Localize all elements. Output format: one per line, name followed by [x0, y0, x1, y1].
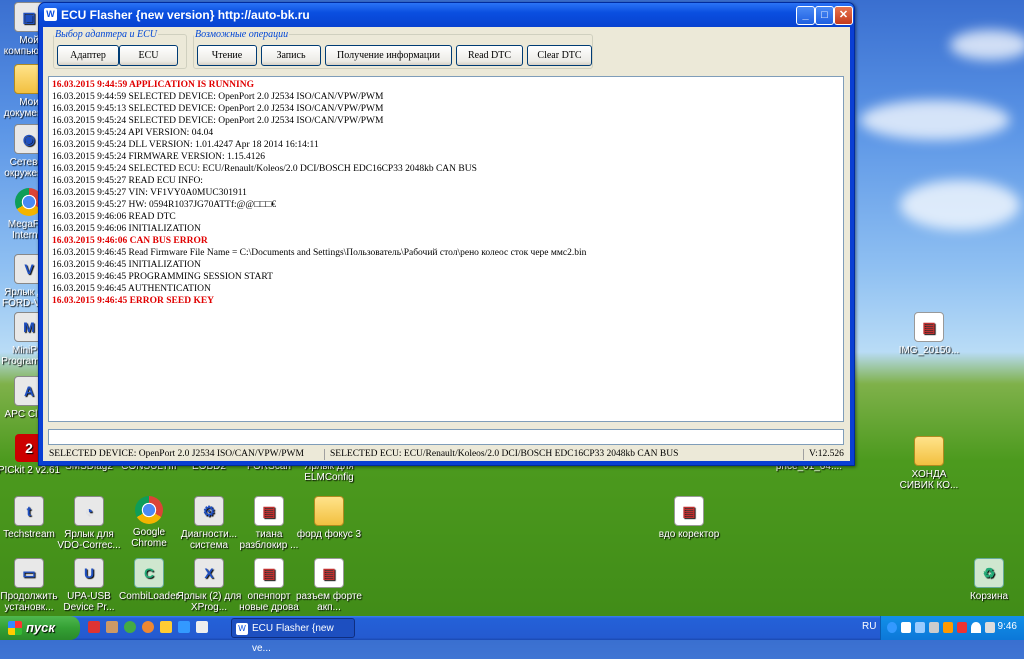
- folder-icon: [314, 496, 344, 526]
- tray-icon[interactable]: [887, 622, 897, 633]
- get-info-button[interactable]: Получение информации: [325, 45, 452, 66]
- read-dtc-button[interactable]: Read DTC: [456, 45, 523, 66]
- desktop-icon-recycle-bin[interactable]: ♻ Корзина: [954, 558, 1024, 602]
- xprog-icon: X: [194, 558, 224, 588]
- image-icon: ▤: [914, 312, 944, 342]
- status-separator: [324, 449, 325, 460]
- status-version: V:12.526: [809, 449, 844, 459]
- log-line: 16.03.2015 9:46:45 PROGRAMMING SESSION S…: [52, 272, 273, 282]
- operations-group-legend: Возможные операции: [195, 29, 289, 40]
- adapter-button[interactable]: Адаптер: [57, 45, 119, 66]
- desktop-icon-img[interactable]: ▤ IMG_20150...: [894, 312, 964, 356]
- log-line: 16.03.2015 9:46:45 INITIALIZATION: [52, 260, 201, 270]
- quicklaunch-icon[interactable]: [196, 621, 208, 633]
- log-line: 16.03.2015 9:45:24 SELECTED DEVICE: Open…: [52, 116, 384, 126]
- cloud: [950, 30, 1024, 60]
- window-title: ECU Flasher {new version} http://auto-bk…: [61, 8, 310, 22]
- log-line: 16.03.2015 9:45:13 SELECTED DEVICE: Open…: [52, 104, 384, 114]
- tray-icon[interactable]: [943, 622, 953, 633]
- combiloader-icon: C: [134, 558, 164, 588]
- tray-icon[interactable]: [915, 622, 925, 633]
- quicklaunch-icon[interactable]: [106, 621, 118, 633]
- app-icon: W: [236, 623, 248, 635]
- log-line: 16.03.2015 9:45:27 VIN: VF1VY0A0MUC30191…: [52, 188, 247, 198]
- windows-flag-icon: [8, 621, 22, 635]
- write-button[interactable]: Запись: [261, 45, 321, 66]
- setup-icon: ▭: [14, 558, 44, 588]
- status-separator: [803, 449, 804, 460]
- quicklaunch-icon[interactable]: [178, 621, 190, 633]
- vdo-icon: ◔: [74, 496, 104, 526]
- image-icon: ▤: [314, 558, 344, 588]
- volume-icon[interactable]: [985, 622, 995, 633]
- maximize-button[interactable]: □: [815, 6, 834, 25]
- desktop-icon-vdo-corrector[interactable]: ▤ вдо коректор: [654, 496, 724, 540]
- log-line: 16.03.2015 9:45:27 READ ECU INFO:: [52, 176, 203, 186]
- status-device: SELECTED DEVICE: OpenPort 2.0 J2534 ISO/…: [49, 449, 304, 459]
- chrome-icon: [135, 496, 163, 524]
- log-line-error: 16.03.2015 9:44:59 APPLICATION IS RUNNIN…: [52, 80, 254, 90]
- log-output[interactable]: 16.03.2015 9:44:59 APPLICATION IS RUNNIN…: [48, 76, 844, 422]
- taskbar: пуск W ECU Flasher {new ve... RU 9:46: [0, 616, 1024, 654]
- cloud: [900, 180, 1020, 230]
- ecu-flasher-window: W ECU Flasher {new version} http://auto-…: [38, 2, 855, 466]
- clock: 9:46: [997, 621, 1017, 632]
- adapter-group-legend: Выбор адаптера и ECU: [55, 29, 157, 40]
- wifi-icon[interactable]: [971, 622, 981, 633]
- desktop-icon-razem[interactable]: ▤ разъем форте акп...: [294, 558, 364, 613]
- tray-icon[interactable]: [929, 622, 939, 633]
- start-button[interactable]: пуск: [0, 616, 80, 640]
- ecu-button[interactable]: ECU: [119, 45, 178, 66]
- log-line: 16.03.2015 9:45:24 SELECTED ECU: ECU/Ren…: [52, 164, 477, 174]
- app-icon[interactable]: W: [44, 8, 57, 21]
- quicklaunch-icon[interactable]: [124, 621, 136, 633]
- language-indicator[interactable]: RU: [862, 621, 876, 632]
- log-line: 16.03.2015 9:46:06 INITIALIZATION: [52, 224, 201, 234]
- status-ecu: SELECTED ECU: ECU/Renault/Koleos/2.0 DCI…: [330, 449, 679, 459]
- close-button[interactable]: ✕: [834, 6, 853, 25]
- log-line-error: 16.03.2015 9:46:45 ERROR SEED KEY: [52, 296, 215, 306]
- system-tray: 9:46: [880, 616, 1024, 640]
- image-icon: ▤: [254, 496, 284, 526]
- image-icon: ▤: [674, 496, 704, 526]
- desktop-icon-honda[interactable]: ХОНДА СИВИК КО...: [894, 436, 964, 491]
- log-line: 16.03.2015 9:45:24 FIRMWARE VERSION: 1.1…: [52, 152, 266, 162]
- log-line: 16.03.2015 9:44:59 SELECTED DEVICE: Open…: [52, 92, 384, 102]
- log-line: 16.03.2015 9:46:45 Read Firmware File Na…: [52, 248, 587, 258]
- folder-icon: [914, 436, 944, 466]
- start-label: пуск: [26, 620, 55, 635]
- read-button[interactable]: Чтение: [197, 45, 257, 66]
- quicklaunch-icon[interactable]: [160, 621, 172, 633]
- clear-dtc-button[interactable]: Clear DTC: [527, 45, 592, 66]
- minimize-button[interactable]: _: [796, 6, 815, 25]
- quicklaunch-icon[interactable]: [142, 621, 154, 633]
- tray-icon[interactable]: [901, 622, 911, 633]
- recycle-bin-icon: ♻: [974, 558, 1004, 588]
- log-line: 16.03.2015 9:45:24 DLL VERSION: 1.01.424…: [52, 140, 319, 150]
- window-client: Выбор адаптера и ECU Адаптер ECU Возможн…: [43, 27, 850, 461]
- status-bar: SELECTED DEVICE: OpenPort 2.0 J2534 ISO/…: [43, 448, 850, 461]
- quicklaunch-icon[interactable]: [88, 621, 100, 633]
- taskbar-item-ecu-flasher[interactable]: W ECU Flasher {new ve...: [231, 618, 355, 654]
- log-line: 16.03.2015 9:46:06 READ DTC: [52, 212, 176, 222]
- log-line: 16.03.2015 9:46:45 AUTHENTICATION: [52, 284, 211, 294]
- title-bar[interactable]: W ECU Flasher {new version} http://auto-…: [39, 3, 854, 27]
- desktop-icon-ford[interactable]: форд фокус 3: [294, 496, 364, 540]
- upa-icon: U: [74, 558, 104, 588]
- log-line: 16.03.2015 9:45:24 API VERSION: 04.04: [52, 128, 214, 138]
- log-line-error: 16.03.2015 9:46:06 CAN BUS ERROR: [52, 236, 208, 246]
- techstream-icon: t: [14, 496, 44, 526]
- taskbar-item-label: ECU Flasher {new ve...: [252, 623, 334, 654]
- tray-icon[interactable]: [957, 622, 967, 633]
- image-icon: ▤: [254, 558, 284, 588]
- command-input[interactable]: [48, 429, 844, 445]
- log-line: 16.03.2015 9:45:27 HW: 0594R1037JG70ATTf…: [52, 200, 277, 210]
- cloud: [860, 100, 1010, 140]
- diagnostic-icon: ⚙: [194, 496, 224, 526]
